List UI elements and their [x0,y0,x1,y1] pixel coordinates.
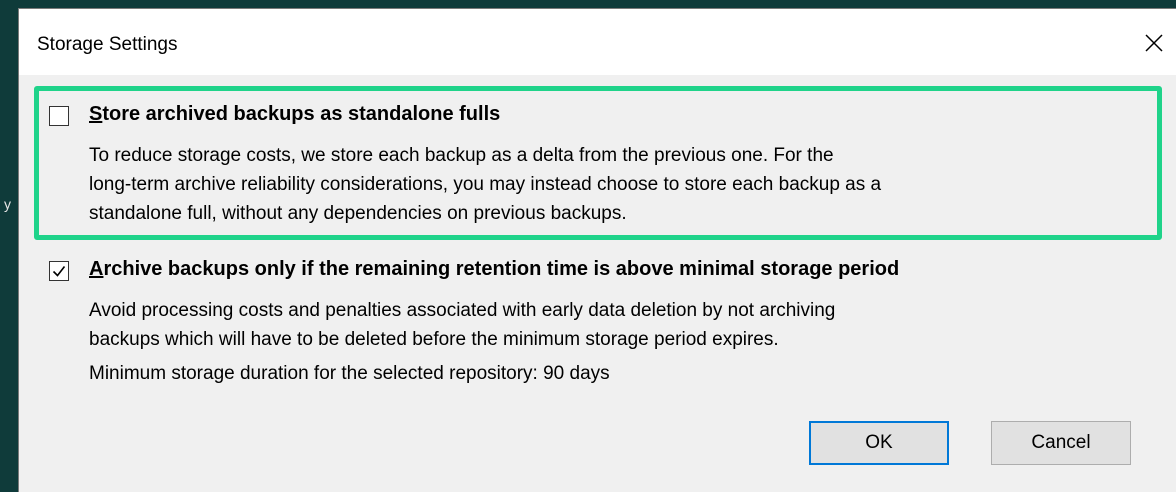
label-text: tore archived backups as standalone full… [102,103,501,125]
standalone-fulls-checkbox[interactable] [49,106,69,126]
description-line: Avoid processing costs and penalties ass… [89,300,836,321]
minimum-storage-duration: Minimum storage duration for the selecte… [89,363,610,384]
storage-settings-dialog: Storage Settings Store archived backups … [18,8,1176,492]
description-line: long-term archive reliability considerat… [89,174,882,195]
archive-retention-checkbox[interactable] [49,261,69,281]
description-line: backups which will have to be deleted be… [89,329,779,350]
cancel-button[interactable]: Cancel [991,421,1131,465]
archive-retention-description: Avoid processing costs and penalties ass… [89,296,1169,388]
background-window-edge: y [0,0,18,492]
label-text: rchive backups only if the remaining ret… [103,258,900,280]
archive-retention-label[interactable]: Archive backups only if the remaining re… [89,258,899,281]
checkmark-icon [52,266,66,277]
standalone-fulls-label[interactable]: Store archived backups as standalone ful… [89,103,500,126]
label-access-key: S [89,103,103,125]
background-text-fragment: y [4,196,11,212]
standalone-fulls-description: To reduce storage costs, we store each b… [89,141,1169,228]
close-button[interactable] [1132,23,1176,63]
dialog-titlebar: Storage Settings [19,9,1176,75]
description-line: To reduce storage costs, we store each b… [89,145,834,166]
close-icon [1145,34,1163,52]
description-line: standalone full, without any dependencie… [89,203,627,224]
label-access-key: A [89,258,104,280]
ok-button[interactable]: OK [809,421,949,465]
dialog-title: Storage Settings [37,34,178,55]
